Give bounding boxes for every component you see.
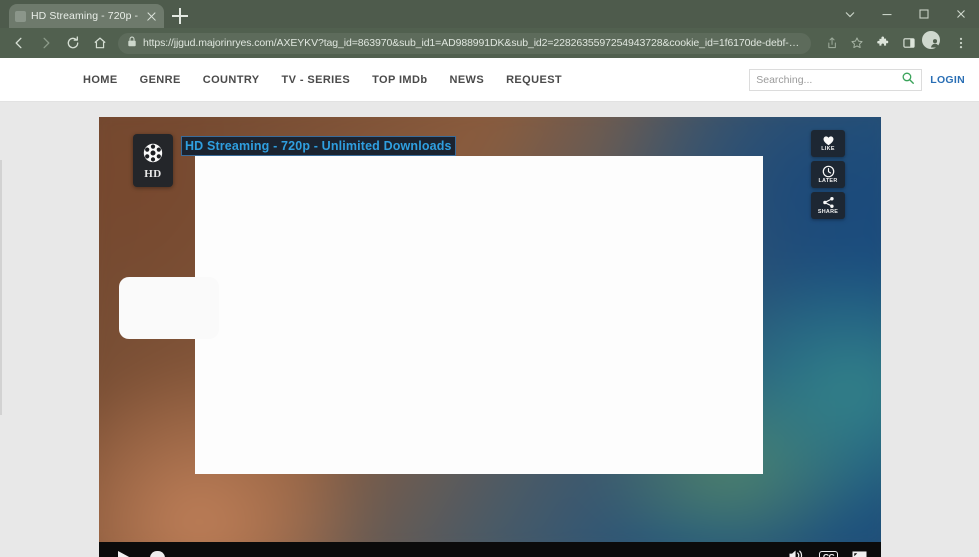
nav-news[interactable]: NEWS xyxy=(438,74,495,86)
tab-search-chevron-down-icon[interactable] xyxy=(831,0,868,28)
site-header: HOME GENRE COUNTRY TV - SERIES TOP IMDb … xyxy=(0,58,979,102)
share-icon[interactable] xyxy=(818,31,843,56)
address-bar[interactable]: https://jjgud.majorinryes.com/AXEYKV?tag… xyxy=(118,32,811,54)
url-text: https://jjgud.majorinryes.com/AXEYKV?tag… xyxy=(143,37,802,49)
tab-title: HD Streaming - 720p - Unlimited Download… xyxy=(31,10,140,22)
heart-icon xyxy=(823,135,833,145)
controls-right: CC xyxy=(788,548,867,557)
side-panel-icon[interactable] xyxy=(896,31,921,56)
video-player[interactable]: HD HD Streaming - 720p - Unlimited Downl… xyxy=(99,117,881,542)
reload-icon[interactable] xyxy=(60,31,85,56)
bookmark-star-icon[interactable] xyxy=(844,31,869,56)
share-label: SHARE xyxy=(817,208,839,215)
login-link[interactable]: LOGIN xyxy=(930,74,965,86)
play-icon[interactable] xyxy=(113,548,135,557)
search-icon[interactable] xyxy=(901,71,915,90)
like-button[interactable]: LIKE xyxy=(811,130,845,157)
tab-close-icon[interactable] xyxy=(145,10,158,23)
nav-request[interactable]: REQUEST xyxy=(495,74,573,86)
search-input[interactable] xyxy=(756,74,902,86)
nav-home[interactable]: HOME xyxy=(72,74,129,86)
hd-badge-text: HD xyxy=(144,168,162,180)
header-right: LOGIN xyxy=(749,58,965,102)
tab-strip: HD Streaming - 720p - Unlimited Download… xyxy=(0,0,979,28)
cc-label: CC xyxy=(823,553,835,557)
like-label: LIKE xyxy=(821,145,835,152)
clock-icon xyxy=(822,165,834,177)
lock-icon xyxy=(127,34,137,52)
avatar xyxy=(922,30,940,49)
home-icon[interactable] xyxy=(87,31,112,56)
forward-icon[interactable] xyxy=(33,31,58,56)
video-stage[interactable] xyxy=(195,156,763,474)
browser-tab[interactable]: HD Streaming - 720p - Unlimited Download… xyxy=(9,4,164,28)
toolbar-right-icons xyxy=(818,30,973,56)
profile-avatar-icon[interactable] xyxy=(922,30,947,56)
share-nodes-icon xyxy=(822,196,834,208)
back-icon[interactable] xyxy=(6,31,31,56)
film-reel-icon xyxy=(140,141,166,167)
chrome-menu-kebab-icon[interactable] xyxy=(948,31,973,56)
close-icon[interactable] xyxy=(942,0,979,28)
hd-logo: HD xyxy=(133,134,173,187)
player-side-actions: LIKE LATER SHARE xyxy=(811,130,845,219)
share-button[interactable]: SHARE xyxy=(811,192,845,219)
seek-bar[interactable] xyxy=(144,548,774,557)
search-box[interactable] xyxy=(749,69,923,91)
extensions-puzzle-icon[interactable] xyxy=(870,31,895,56)
main-navigation: HOME GENRE COUNTRY TV - SERIES TOP IMDb … xyxy=(72,74,573,86)
minimize-icon[interactable] xyxy=(868,0,905,28)
browser-window: HD Streaming - 720p - Unlimited Download… xyxy=(0,0,979,557)
nav-top-imdb[interactable]: TOP IMDb xyxy=(361,74,438,86)
page-viewport: HOME GENRE COUNTRY TV - SERIES TOP IMDb … xyxy=(0,58,979,557)
video-title: HD Streaming - 720p - Unlimited Download… xyxy=(181,136,456,156)
nav-genre[interactable]: GENRE xyxy=(129,74,192,86)
watch-later-button[interactable]: LATER xyxy=(811,161,845,188)
seek-handle[interactable] xyxy=(150,550,165,557)
new-tab-button[interactable] xyxy=(172,8,188,24)
page-left-edge xyxy=(0,160,2,415)
closed-captions-icon[interactable]: CC xyxy=(819,550,838,557)
nav-country[interactable]: COUNTRY xyxy=(192,74,271,86)
maximize-icon[interactable] xyxy=(905,0,942,28)
volume-high-icon[interactable] xyxy=(788,548,805,557)
player-controls: CC xyxy=(99,542,881,557)
window-controls xyxy=(831,0,979,28)
page-favicon xyxy=(15,10,26,22)
fullscreen-icon[interactable] xyxy=(852,550,867,557)
nav-tv-series[interactable]: TV - SERIES xyxy=(271,74,362,86)
overlay-panel xyxy=(119,277,219,339)
browser-toolbar: https://jjgud.majorinryes.com/AXEYKV?tag… xyxy=(0,28,979,58)
later-label: LATER xyxy=(818,177,838,184)
